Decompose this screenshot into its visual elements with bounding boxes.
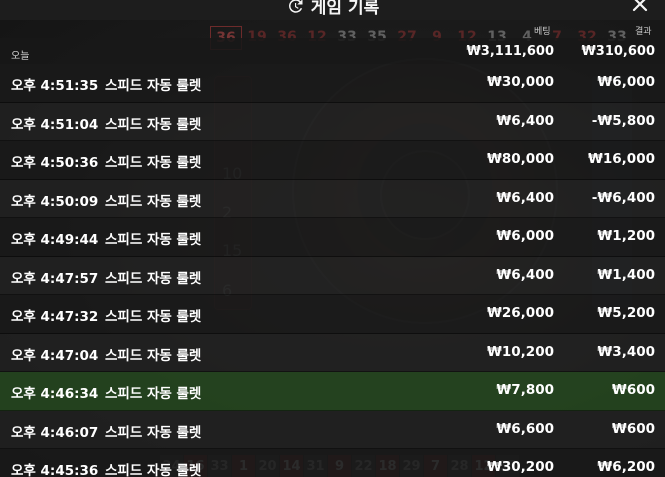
row-bet-amount: ₩7,800	[496, 382, 554, 398]
page-title: 게임 기록	[310, 0, 380, 18]
row-result-amount: ₩600	[611, 382, 655, 398]
row-time: 오후 4:47:32	[11, 309, 99, 325]
history-row[interactable]: 오후 4:47:32 스피드 자동 룰렛 ₩26,000 ₩5,200	[0, 295, 665, 334]
row-result-amount: ₩16,000	[588, 151, 655, 167]
row-bet-amount: ₩6,400	[496, 266, 554, 283]
row-bet-amount: ₩10,200	[487, 343, 554, 360]
game-history-screen: 36 19 36 12 33 35 27 9 12 13 4 7 32 33 1…	[0, 0, 665, 477]
row-bet-amount: ₩30,200	[487, 459, 554, 475]
row-bet-amount: ₩6,600	[496, 420, 554, 437]
history-list: 오후 4:51:35 스피드 자동 룰렛 ₩30,000 ₩6,000 오후 4…	[0, 64, 665, 477]
row-time: 오후 4:51:35	[11, 78, 99, 94]
row-result-amount: ₩1,400	[597, 266, 655, 283]
row-time: 오후 4:47:04	[11, 347, 99, 364]
close-icon	[632, 0, 648, 12]
row-time: 오후 4:50:36	[11, 155, 99, 171]
history-row[interactable]: 오후 4:45:36 스피드 자동 룰렛 ₩30,200 ₩6,200	[0, 449, 665, 477]
row-result-amount: ₩5,200	[597, 305, 655, 321]
history-row[interactable]: 오후 4:47:04 스피드 자동 룰렛 ₩10,200 ₩3,400	[0, 333, 665, 372]
row-game-name: 스피드 자동 룰렛	[105, 155, 202, 171]
today-summary-row: 오늘 ₩3,111,600 ₩310,600	[0, 38, 665, 64]
history-clock-icon	[288, 0, 303, 13]
close-button[interactable]	[629, 0, 651, 15]
row-game-name: 스피드 자동 룰렛	[105, 78, 202, 94]
row-time: 오후 4:51:04	[11, 116, 99, 133]
row-game-name: 스피드 자동 룰렛	[105, 116, 202, 133]
row-time: 오후 4:46:07	[11, 424, 99, 441]
history-row[interactable]: 오후 4:46:34 스피드 자동 룰렛 ₩7,800 ₩600	[0, 372, 665, 411]
panel-title-group: 게임 기록	[0, 0, 665, 18]
row-game-name: 스피드 자동 룰렛	[105, 347, 202, 364]
row-result-amount: ₩3,400	[597, 343, 655, 360]
row-result-amount: -₩5,800	[591, 112, 655, 129]
history-row[interactable]: 오후 4:47:57 스피드 자동 룰렛 ₩6,400 ₩1,400	[0, 256, 665, 295]
history-row[interactable]: 오후 4:46:07 스피드 자동 룰렛 ₩6,600 ₩600	[0, 410, 665, 449]
row-time: 오후 4:45:36	[11, 463, 99, 477]
row-result-amount: ₩600	[611, 420, 655, 437]
row-bet-amount: ₩30,000	[487, 74, 554, 90]
row-time: 오후 4:46:34	[11, 386, 99, 402]
row-time: 오후 4:50:09	[11, 193, 99, 210]
history-row[interactable]: 오후 4:51:35 스피드 자동 룰렛 ₩30,000 ₩6,000	[0, 64, 665, 103]
row-game-name: 스피드 자동 룰렛	[105, 386, 202, 402]
row-game-name: 스피드 자동 룰렛	[105, 232, 202, 248]
game-history-panel: 게임 기록 베팅 결과 오늘 ₩3,111,600 ₩310,600 오후 4:…	[0, 0, 665, 477]
row-bet-amount: ₩6,400	[496, 189, 554, 206]
row-game-name: 스피드 자동 룰렛	[105, 424, 202, 441]
row-result-amount: ₩6,000	[597, 74, 655, 90]
row-bet-amount: ₩80,000	[487, 151, 554, 167]
row-time: 오후 4:47:57	[11, 270, 99, 287]
row-bet-amount: ₩6,400	[496, 112, 554, 129]
row-game-name: 스피드 자동 룰렛	[105, 309, 202, 325]
row-result-amount: -₩6,400	[591, 189, 655, 206]
row-game-name: 스피드 자동 룰렛	[105, 463, 202, 477]
row-game-name: 스피드 자동 룰렛	[105, 270, 202, 287]
history-row[interactable]: 오후 4:50:36 스피드 자동 룰렛 ₩80,000 ₩16,000	[0, 141, 665, 180]
row-bet-amount: ₩26,000	[487, 305, 554, 321]
summary-date-label: 오늘	[11, 51, 30, 62]
row-game-name: 스피드 자동 룰렛	[105, 193, 202, 210]
history-row[interactable]: 오후 4:50:09 스피드 자동 룰렛 ₩6,400 -₩6,400	[0, 179, 665, 218]
history-row[interactable]: 오후 4:51:04 스피드 자동 룰렛 ₩6,400 -₩5,800	[0, 102, 665, 141]
result-column-header: 결과	[635, 27, 652, 37]
row-result-amount: ₩6,200	[597, 459, 655, 475]
summary-total-bet: ₩3,111,600	[466, 44, 554, 59]
history-row[interactable]: 오후 4:49:44 스피드 자동 룰렛 ₩6,000 ₩1,200	[0, 218, 665, 257]
row-bet-amount: ₩6,000	[496, 228, 554, 244]
row-time: 오후 4:49:44	[11, 232, 99, 248]
panel-header: 게임 기록	[0, 0, 665, 20]
row-result-amount: ₩1,200	[597, 228, 655, 244]
bet-column-header: 베팅	[534, 27, 551, 37]
summary-total-result: ₩310,600	[581, 44, 655, 59]
